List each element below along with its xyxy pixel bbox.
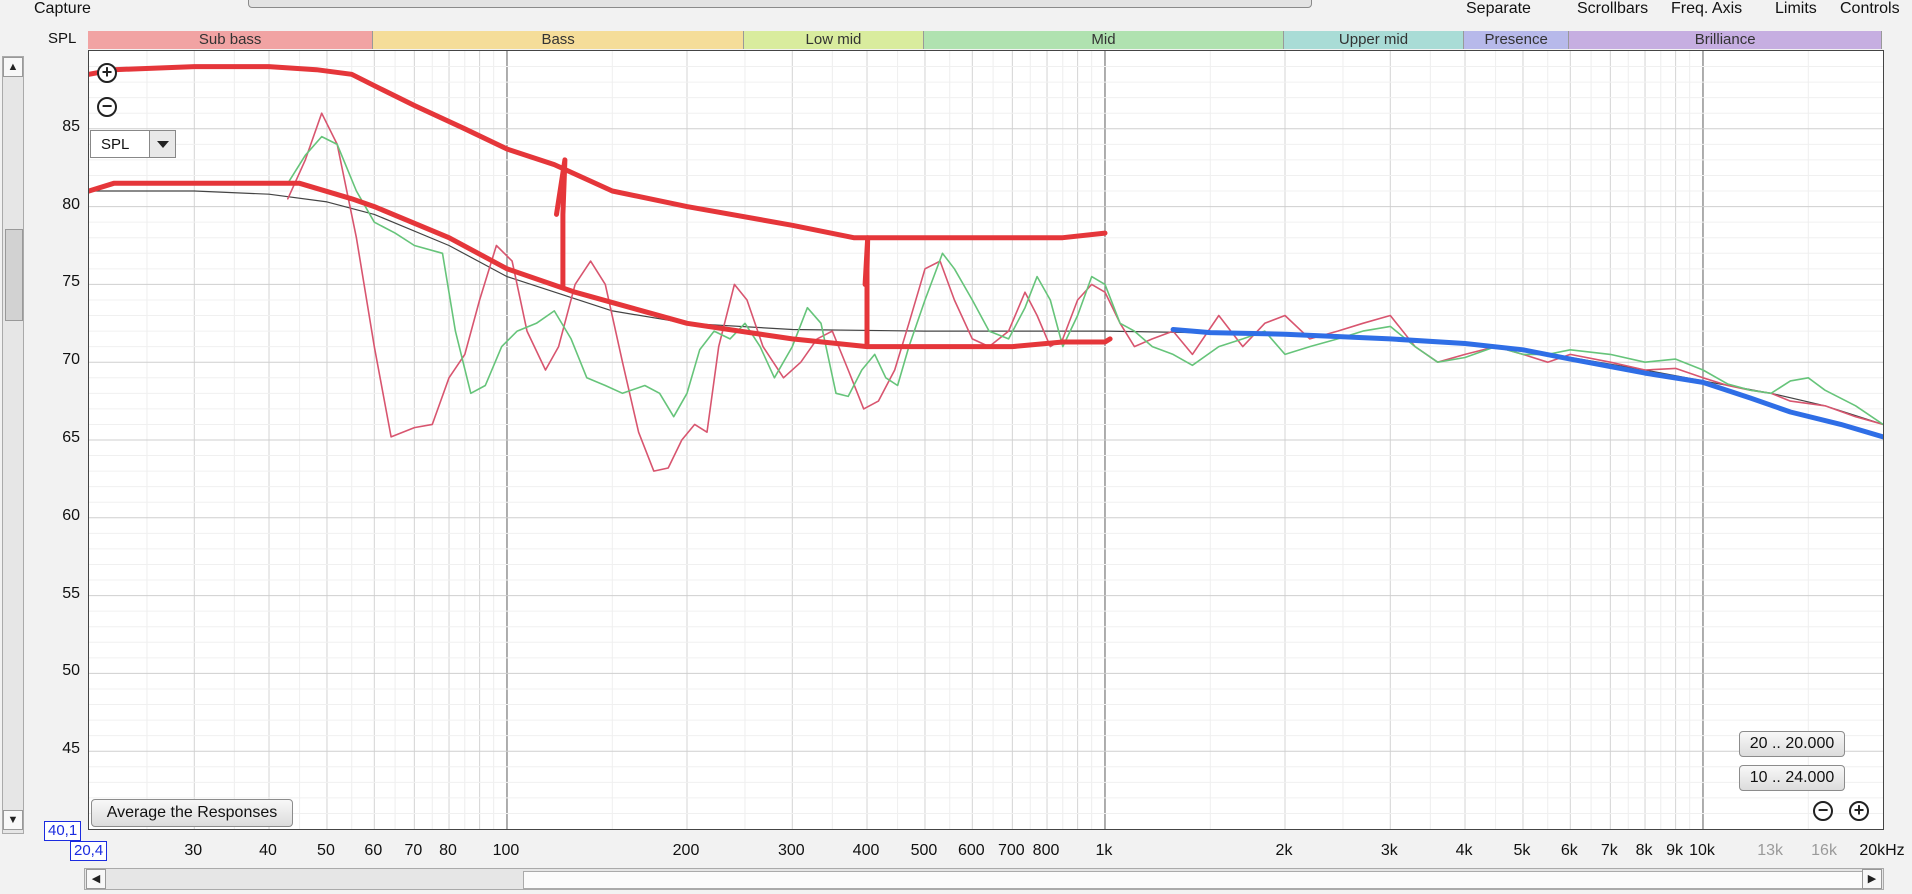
spl-select[interactable]: SPL xyxy=(90,130,176,158)
vertical-scroll-thumb[interactable] xyxy=(5,229,23,321)
x-tick-label: 300 xyxy=(777,842,805,859)
x-tick-label: 40 xyxy=(259,842,277,859)
y-tick-label: 60 xyxy=(62,506,80,524)
capture-label[interactable]: Capture xyxy=(34,0,91,18)
frequency-response-chart xyxy=(89,51,1883,829)
x-tick-label: 8k xyxy=(1635,842,1653,859)
band-label: Presence xyxy=(1464,31,1570,49)
x-tick-label: 100 xyxy=(492,842,520,859)
x-tick-label: 10k xyxy=(1689,842,1715,859)
x-tick-label: 80 xyxy=(439,842,457,859)
y-tick-label: 85 xyxy=(62,117,80,135)
band-label: Bass xyxy=(373,31,744,49)
x-tick-label: 70 xyxy=(404,842,423,859)
series-line-1 xyxy=(89,190,1883,425)
band-label: Brilliance xyxy=(1569,31,1882,49)
x-tick-label: 700 xyxy=(997,842,1025,859)
y-tick-label: 75 xyxy=(62,273,80,291)
x-range-readout[interactable]: 20,4 xyxy=(70,841,108,861)
x-tick-label: 400 xyxy=(852,842,880,859)
horizontal-scroll-thumb[interactable] xyxy=(523,871,1881,889)
x-tick-label: 30 xyxy=(184,842,203,859)
series-line-6 xyxy=(1170,327,1883,440)
x-tick-label: 7k xyxy=(1600,842,1618,859)
range-10-24000-button[interactable]: 10 .. 24.000 xyxy=(1739,765,1845,791)
series-line-4 xyxy=(89,64,1108,241)
scrollbars-menu[interactable]: Scrollbars xyxy=(1577,0,1648,18)
x-tick-label: 800 xyxy=(1032,842,1060,859)
scroll-down-arrow-icon[interactable]: ▼ xyxy=(3,810,23,830)
y-axis-label: SPL xyxy=(48,30,77,47)
x-tick-label: 600 xyxy=(957,842,985,859)
average-responses-button[interactable]: Average the Responses xyxy=(91,799,293,827)
x-tick-label: 50 xyxy=(317,842,335,859)
band-label: Sub bass xyxy=(88,31,374,49)
band-label: Low mid xyxy=(743,31,924,49)
y-tick-label: 45 xyxy=(62,740,80,758)
x-tick-label: 16k xyxy=(1811,842,1837,859)
y-tick-label: 50 xyxy=(62,662,80,680)
x-tick-label: 9k xyxy=(1666,842,1684,859)
y-tick-label: 55 xyxy=(62,584,80,602)
scroll-right-arrow-icon[interactable]: ▶ xyxy=(1862,869,1882,889)
x-tick-label: 4k xyxy=(1455,842,1473,859)
limits-menu[interactable]: Limits xyxy=(1775,0,1817,18)
x-tick-label: 2k xyxy=(1275,842,1293,859)
x-tick-label: 3k xyxy=(1380,842,1398,859)
x-tick-label: 13k xyxy=(1757,842,1784,859)
y-tick-label: 65 xyxy=(62,429,80,446)
spl-select-value: SPL xyxy=(101,136,130,153)
spl-graph-area[interactable]: + − 20 .. 20.000 10 .. 24.000 − + Averag… xyxy=(88,50,1884,830)
freq-axis-menu[interactable]: Freq. Axis xyxy=(1671,0,1742,18)
series-line-8 xyxy=(862,235,871,346)
series-line-3 xyxy=(287,135,1883,426)
y-range-readout[interactable]: 40,1 xyxy=(44,821,82,841)
scroll-left-arrow-icon[interactable]: ◀ xyxy=(86,869,106,889)
controls-menu[interactable]: Controls xyxy=(1840,0,1900,18)
band-label: Upper mid xyxy=(1284,31,1465,49)
x-zoom-out-icon[interactable]: − xyxy=(1813,801,1833,821)
x-tick-label: 200 xyxy=(672,842,700,859)
x-tick-label: 20kHz xyxy=(1859,842,1905,859)
scroll-up-arrow-icon[interactable]: ▲ xyxy=(3,57,23,77)
separate-menu[interactable]: Separate xyxy=(1466,0,1531,18)
chevron-down-icon[interactable] xyxy=(149,131,175,157)
x-tick-label: 60 xyxy=(364,842,383,859)
range-20-20000-button[interactable]: 20 .. 20.000 xyxy=(1739,731,1845,757)
x-zoom-in-icon[interactable]: + xyxy=(1849,801,1869,821)
x-tick-label: 6k xyxy=(1560,842,1578,859)
x-tick-label: 1k xyxy=(1095,842,1113,859)
top-button-strip[interactable] xyxy=(248,0,1312,8)
zoom-out-icon[interactable]: − xyxy=(97,97,117,117)
x-tick-label: 5k xyxy=(1513,842,1531,859)
x-tick-label: 500 xyxy=(910,842,938,859)
y-tick-label: 70 xyxy=(62,351,80,369)
vertical-scrollbar[interactable] xyxy=(2,56,24,834)
series-line-5 xyxy=(89,180,1113,350)
y-tick-label: 80 xyxy=(62,195,80,213)
zoom-in-icon[interactable]: + xyxy=(97,63,117,83)
band-label: Mid xyxy=(923,31,1284,49)
horizontal-scrollbar[interactable] xyxy=(84,868,1884,890)
